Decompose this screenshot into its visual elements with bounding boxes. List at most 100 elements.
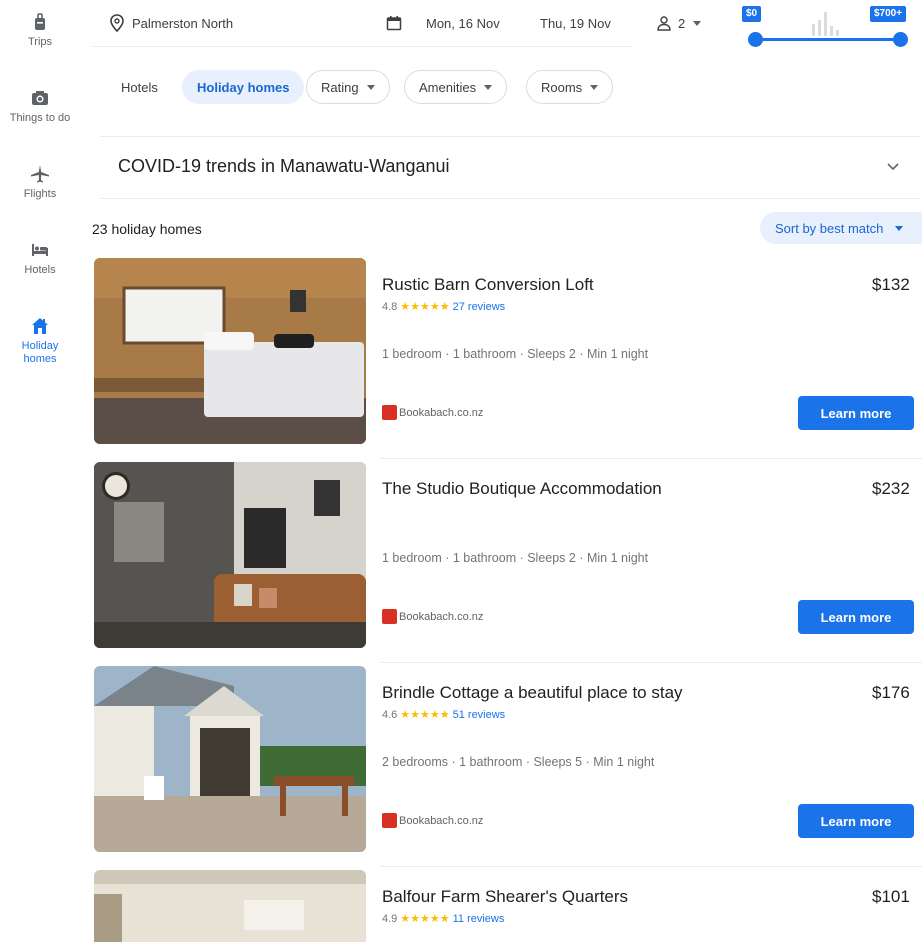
cottage-photo xyxy=(94,666,366,852)
listing-provider: Bookabach.co.nz xyxy=(382,813,483,828)
provider-name: Bookabach.co.nz xyxy=(399,814,484,827)
sidebar-item-label: Flights xyxy=(23,188,57,200)
listing-title[interactable]: Rustic Barn Conversion Loft xyxy=(382,275,594,295)
chevron-down-icon xyxy=(590,84,599,90)
sidebar-item-label: Hotels xyxy=(24,264,56,276)
listing-title[interactable]: Brindle Cottage a beautiful place to sta… xyxy=(382,683,683,703)
filter-holiday-homes[interactable]: Holiday homes xyxy=(182,70,305,104)
provider-logo-icon xyxy=(382,405,397,420)
listing-facts: 1 bedroom · 1 bathroom · Sleeps 2 · Min … xyxy=(382,551,649,565)
guests-value: 2 xyxy=(678,15,686,31)
sort-button[interactable]: Sort by best match xyxy=(760,212,922,244)
listing-price: $176 xyxy=(872,683,910,702)
divider xyxy=(100,136,920,137)
price-max-label: $700+ xyxy=(870,6,907,22)
provider-name: Bookabach.co.nz xyxy=(399,610,484,623)
price-histogram xyxy=(812,12,839,36)
divider xyxy=(380,662,922,663)
check-in-value: Mon, 16 Nov xyxy=(426,15,500,31)
sidebar-item-things-to-do[interactable]: Things to do xyxy=(0,88,80,124)
chevron-down-icon xyxy=(895,225,904,231)
check-out-field[interactable]: Thu, 19 Nov xyxy=(540,10,611,36)
camera-icon xyxy=(32,91,48,105)
learn-more-button[interactable]: Learn more xyxy=(798,600,914,634)
rating-value: 4.8 xyxy=(382,300,398,313)
listing-title[interactable]: The Studio Boutique Accommodation xyxy=(382,479,662,499)
chevron-down-icon xyxy=(484,84,493,90)
covid-trends-title[interactable]: COVID-19 trends in Manawatu-Wanganui xyxy=(118,156,450,177)
listing-photo[interactable] xyxy=(94,258,366,444)
check-in-field[interactable]: Mon, 16 Nov xyxy=(386,10,500,36)
listing-provider: Bookabach.co.nz xyxy=(382,609,483,624)
sort-label: Sort by best match xyxy=(775,220,884,236)
filter-amenities[interactable]: Amenities xyxy=(404,70,508,104)
provider-logo-icon xyxy=(382,813,397,828)
provider-logo-icon xyxy=(382,609,397,624)
reviews-link[interactable]: 51 reviews xyxy=(453,709,506,721)
filter-hotels[interactable]: Hotels xyxy=(106,70,173,104)
learn-more-button[interactable]: Learn more xyxy=(798,804,914,838)
luggage-icon xyxy=(35,13,45,30)
listing-facts: 2 bedrooms · 1 bathroom · Sleeps 5 · Min… xyxy=(382,755,655,769)
listing-price: $232 xyxy=(872,479,910,498)
filter-rating[interactable]: Rating xyxy=(306,70,390,104)
studio-photo xyxy=(94,462,366,648)
listing-photo[interactable] xyxy=(94,462,366,648)
filter-rooms[interactable]: Rooms xyxy=(526,70,614,104)
sidebar-item-hotels[interactable]: Hotels xyxy=(0,240,80,276)
farm-quarters-photo xyxy=(94,870,366,942)
chevron-down-icon[interactable] xyxy=(886,162,900,172)
location-value: Palmerston North xyxy=(132,15,234,31)
rating-value: 4.9 xyxy=(382,912,398,925)
filter-rooms-label: Rooms xyxy=(541,79,583,95)
sidebar-item-holiday-homes[interactable]: Holiday homes xyxy=(0,316,80,366)
house-icon xyxy=(32,318,48,334)
provider-name: Bookabach.co.nz xyxy=(399,406,484,419)
sidebar-item-label: Things to do xyxy=(9,112,71,124)
reviews-link[interactable]: 11 reviews xyxy=(453,913,505,925)
learn-more-button[interactable]: Learn more xyxy=(798,396,914,430)
guests-field[interactable]: 2 xyxy=(656,10,702,36)
sidebar-item-label: Holiday homes xyxy=(21,340,59,365)
chevron-down-icon xyxy=(366,84,375,90)
listing-rating: 4.8 ★★★★★ 27 reviews xyxy=(382,300,506,314)
listing-facts: 1 bedroom · 1 bathroom · Sleeps 2 · Min … xyxy=(382,347,649,361)
divider xyxy=(380,866,922,867)
filter-rating-label: Rating xyxy=(321,79,359,95)
reviews-link[interactable]: 27 reviews xyxy=(453,301,506,313)
location-field[interactable]: Palmerston North xyxy=(110,10,233,36)
price-slider-min-handle[interactable] xyxy=(748,32,763,47)
bed-icon xyxy=(32,244,48,256)
price-min-label: $0 xyxy=(742,6,762,22)
divider xyxy=(380,458,922,459)
listing-rating: 4.6 ★★★★★ 51 reviews xyxy=(382,708,506,722)
sidebar-item-label: Trips xyxy=(27,36,53,48)
sidebar-item-trips[interactable]: Trips xyxy=(0,12,80,48)
sidebar-item-flights[interactable]: Flights xyxy=(0,164,80,200)
calendar-icon xyxy=(386,16,402,31)
listing-price: $101 xyxy=(872,887,910,906)
price-slider-max-handle[interactable] xyxy=(893,32,908,47)
rating-value: 4.6 xyxy=(382,708,398,721)
person-icon xyxy=(657,16,671,31)
filter-holiday-homes-label: Holiday homes xyxy=(197,79,290,95)
filter-hotels-label: Hotels xyxy=(121,79,158,95)
listing-photo[interactable] xyxy=(94,666,366,852)
bedroom-photo xyxy=(94,258,366,444)
airplane-icon xyxy=(31,165,49,183)
location-pin-icon xyxy=(110,14,124,32)
listing-title[interactable]: Balfour Farm Shearer's Quarters xyxy=(382,887,628,907)
listing-provider: Bookabach.co.nz xyxy=(382,405,483,420)
divider xyxy=(100,198,920,199)
listing-rating: 4.9 ★★★★★ 11 reviews xyxy=(382,912,505,926)
listing-photo[interactable] xyxy=(94,870,366,942)
star-rating-icon: ★★★★★ xyxy=(400,709,450,721)
star-rating-icon: ★★★★★ xyxy=(400,913,450,925)
check-out-value: Thu, 19 Nov xyxy=(540,15,611,31)
chevron-down-icon xyxy=(693,20,702,26)
star-rating-icon: ★★★★★ xyxy=(400,301,450,313)
results-count: 23 holiday homes xyxy=(92,221,202,237)
listing-price: $132 xyxy=(872,275,910,294)
filter-amenities-label: Amenities xyxy=(419,79,477,95)
price-slider-track[interactable] xyxy=(756,38,900,41)
